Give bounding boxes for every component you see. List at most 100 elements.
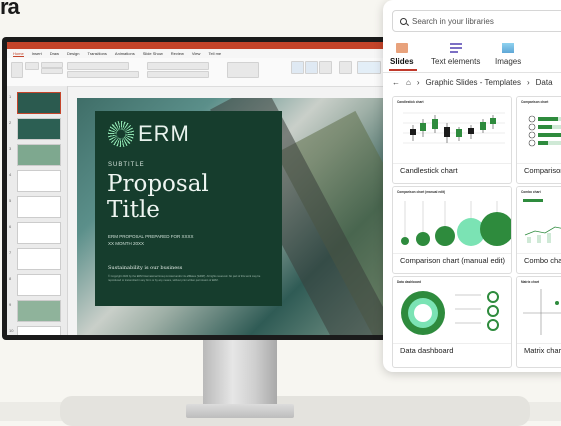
ribbon-toolbar bbox=[7, 58, 387, 87]
divider bbox=[383, 72, 561, 73]
text-elements-icon bbox=[449, 43, 462, 53]
paste-button[interactable] bbox=[11, 62, 23, 78]
prepared-for-text: ERM PROPOSAL PREPARED FOR XXXX XX MONTH … bbox=[108, 233, 194, 247]
preview-title: Data dashboard bbox=[397, 280, 422, 284]
slide-card-matrix[interactable]: Matrix chart Matrix chart bbox=[516, 276, 561, 368]
ribbon-tab[interactable]: Slide Show bbox=[143, 51, 163, 56]
font-box[interactable] bbox=[67, 62, 129, 70]
slide-card-dashboard[interactable]: Data dashboard Data dashboard bbox=[392, 276, 512, 368]
font-format-group[interactable] bbox=[67, 71, 139, 78]
slide-number: 2 bbox=[9, 120, 12, 125]
breadcrumb: ← ⌂ › Graphic Slides - Templates › Data bbox=[392, 78, 561, 87]
preview-title: Candlestick chart bbox=[397, 100, 424, 104]
picture-button[interactable] bbox=[291, 61, 304, 74]
slide-thumbnail[interactable] bbox=[17, 144, 61, 166]
slide-card-comparison[interactable]: Comparison chart Comparison c bbox=[516, 96, 561, 184]
title-bar bbox=[7, 42, 387, 49]
ribbon-tab[interactable]: View bbox=[192, 51, 201, 56]
slide-canvas[interactable]: ERM SUBTITLE Proposal Title ERM PROPOSAL… bbox=[77, 98, 387, 335]
library-search-input[interactable]: Search in your libraries bbox=[392, 10, 561, 32]
slide-card-comparison-manual[interactable]: Comparison chart (manual edit) Compariso… bbox=[392, 186, 512, 274]
dashboard-preview bbox=[401, 291, 499, 335]
ribbon-tab[interactable]: Transitions bbox=[87, 51, 106, 56]
preview-title: Combo chart bbox=[521, 190, 541, 194]
card-preview: Candlestick chart bbox=[393, 97, 511, 159]
tab-text-elements[interactable]: Text elements bbox=[431, 43, 480, 66]
monitor-stand bbox=[203, 338, 277, 408]
home-icon[interactable]: ⌂ bbox=[406, 78, 411, 87]
slide-thumbnail[interactable] bbox=[17, 326, 61, 335]
slides-icon bbox=[395, 43, 408, 53]
date-line: XX MONTH 20XX bbox=[108, 241, 145, 246]
active-tab-indicator bbox=[389, 69, 417, 71]
search-placeholder: Search in your libraries bbox=[412, 16, 494, 26]
slide-card-combo[interactable]: Combo chart Combo chart bbox=[516, 186, 561, 274]
chevron-right-icon: › bbox=[526, 78, 530, 87]
breadcrumb-item[interactable]: Graphic Slides - Templates bbox=[426, 78, 521, 87]
convert-smartart-button[interactable] bbox=[227, 62, 259, 78]
new-slide-button[interactable] bbox=[25, 62, 39, 70]
card-label: Matrix chart bbox=[524, 346, 561, 355]
slide-number: 3 bbox=[9, 146, 12, 151]
slide-thumbnail[interactable] bbox=[17, 118, 61, 140]
arrange-button[interactable] bbox=[339, 61, 352, 74]
ribbon-tab[interactable]: Home bbox=[13, 51, 24, 57]
ribbon-tab[interactable]: Draw bbox=[50, 51, 59, 56]
ribbon-tab[interactable]: Insert bbox=[32, 51, 42, 56]
slide-thumbnail[interactable] bbox=[17, 300, 61, 322]
quick-styles-button[interactable] bbox=[357, 61, 381, 74]
card-preview: Matrix chart bbox=[517, 277, 561, 339]
copyright-text: © Copyright 2020 by the ERM Internationa… bbox=[108, 275, 261, 282]
slide-number: 1 bbox=[9, 94, 12, 99]
slide-number: 10 bbox=[9, 328, 14, 333]
card-label: Candlestick chart bbox=[400, 166, 458, 175]
ribbon-tab[interactable]: Review bbox=[171, 51, 184, 56]
tab-label: Images bbox=[495, 57, 522, 66]
comparison-preview bbox=[528, 115, 561, 147]
slide-thumbnail[interactable] bbox=[17, 274, 61, 296]
card-preview: Comparison chart bbox=[517, 97, 561, 159]
erm-logo: ERM bbox=[108, 121, 190, 147]
slide-number: 4 bbox=[9, 172, 12, 177]
card-label: Comparison c bbox=[524, 166, 561, 175]
monitor-stand-base bbox=[186, 404, 294, 418]
slide-card-candlestick[interactable]: Candlestick chart Candlestick chart bbox=[392, 96, 512, 184]
textbox-button[interactable] bbox=[319, 61, 332, 74]
card-label: Data dashboard bbox=[400, 346, 454, 355]
tab-label: Text elements bbox=[431, 57, 481, 66]
search-icon bbox=[400, 17, 407, 25]
slide-thumbnail[interactable] bbox=[17, 170, 61, 192]
slide-thumbnail[interactable] bbox=[17, 92, 61, 114]
shapes-button[interactable] bbox=[305, 61, 318, 74]
ribbon-tab[interactable]: Tell me bbox=[208, 51, 221, 56]
preview-title: Matrix chart bbox=[521, 280, 540, 284]
ribbon-tabs: Home Insert Draw Design Transitions Animation… bbox=[7, 49, 387, 58]
tab-slides[interactable]: Slides bbox=[390, 43, 414, 66]
powerpoint-window: Home Insert Draw Design Transitions Animation… bbox=[7, 42, 387, 335]
paragraph-group[interactable] bbox=[147, 62, 209, 70]
align-group[interactable] bbox=[147, 71, 209, 78]
slide-thumbnail[interactable] bbox=[17, 222, 61, 244]
ribbon-tab[interactable]: Design bbox=[67, 51, 79, 56]
ribbon-tab[interactable]: Animations bbox=[115, 51, 135, 56]
card-preview: Comparison chart (manual edit) bbox=[393, 187, 511, 249]
erm-wordmark: ERM bbox=[138, 121, 190, 146]
divider bbox=[393, 343, 511, 344]
slide-subtitle: SUBTITLE bbox=[108, 162, 145, 168]
monitor: Home Insert Draw Design Transitions Animation… bbox=[2, 37, 392, 340]
tab-label: Slides bbox=[390, 57, 414, 66]
card-preview: Combo chart bbox=[517, 187, 561, 249]
prepared-for-line: ERM PROPOSAL PREPARED FOR XXXX bbox=[108, 234, 194, 239]
slide-thumbnail[interactable] bbox=[17, 196, 61, 218]
combo-preview bbox=[523, 199, 561, 243]
back-arrow-icon[interactable]: ← bbox=[392, 78, 400, 87]
reset-button[interactable] bbox=[41, 68, 63, 74]
tagline: Sustainability is our business bbox=[108, 265, 183, 271]
divider bbox=[517, 343, 561, 344]
breadcrumb-item[interactable]: Data bbox=[536, 78, 553, 87]
card-label: Comparison chart (manual edit) bbox=[400, 256, 506, 265]
images-icon bbox=[502, 43, 515, 53]
matrix-preview bbox=[523, 289, 561, 335]
tab-images[interactable]: Images bbox=[495, 43, 521, 66]
slide-thumbnail[interactable] bbox=[17, 248, 61, 270]
